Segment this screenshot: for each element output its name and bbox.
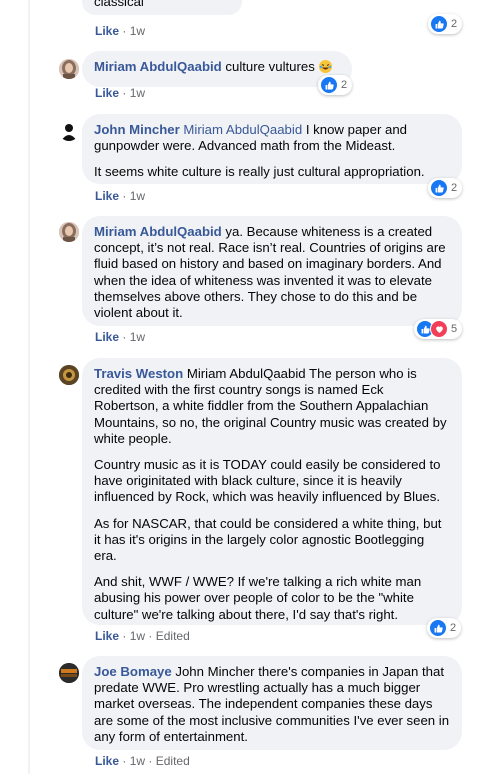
reaction-summary[interactable]: 2 <box>428 14 463 34</box>
thread-line <box>28 0 30 774</box>
comment-text: culture vultures <box>225 59 315 74</box>
like-reaction-icon <box>320 76 338 94</box>
like-link[interactable]: Like <box>95 86 119 100</box>
separator: · <box>122 330 127 344</box>
comment-author[interactable]: Joe Bomaye <box>94 664 172 679</box>
laughing-emoji-icon <box>318 60 332 73</box>
reaction-summary[interactable]: 5 <box>414 319 463 339</box>
reaction-summary[interactable]: 2 <box>428 178 463 198</box>
reaction-count: 2 <box>451 182 458 194</box>
comment-author[interactable]: Miriam AbdulQaabid <box>94 224 222 239</box>
comment-actions: Like · 1w · Edited <box>95 754 190 768</box>
comment-bubble: Joe Bomaye John Mincher there's companie… <box>82 656 462 750</box>
avatar[interactable] <box>59 59 79 79</box>
comment-text: As for NASCAR, that could be considered … <box>94 515 442 564</box>
separator: · <box>122 754 127 768</box>
comment-text: It seems white culture is really just cu… <box>94 164 425 180</box>
comment-bubble: Travis Weston Miriam AbdulQaabid The per… <box>82 358 462 625</box>
separator: · <box>122 629 127 643</box>
comment-bubble: John Mincher Miriam AbdulQaabid I know p… <box>82 114 462 184</box>
reaction-count: 2 <box>451 18 458 30</box>
comment-author[interactable]: Miriam AbdulQaabid <box>94 59 222 74</box>
comment-text: And shit, WWF / WWE? If we're talking a … <box>94 574 422 622</box>
comment-actions: Like · 1w <box>95 24 145 38</box>
avatar[interactable] <box>59 365 79 385</box>
timestamp[interactable]: 1w <box>130 86 145 100</box>
like-reaction-icon <box>430 179 448 197</box>
love-reaction-icon <box>430 320 448 338</box>
comment-bubble: classical <box>82 0 242 15</box>
like-link[interactable]: Like <box>95 24 119 38</box>
like-link[interactable]: Like <box>95 330 119 344</box>
avatar[interactable] <box>59 121 79 141</box>
comment-bubble: Miriam AbdulQaabid culture vultures <box>82 51 352 87</box>
comment-actions: Like · 1w · Edited <box>95 629 190 643</box>
comment-actions: Like · 1w <box>95 189 145 203</box>
timestamp[interactable]: 1w <box>130 189 145 203</box>
comment-author[interactable]: John Mincher <box>94 122 180 137</box>
comment-text: classical <box>94 0 144 9</box>
like-link[interactable]: Like <box>95 629 119 643</box>
timestamp[interactable]: 1w <box>130 754 145 768</box>
separator: · <box>122 24 127 38</box>
comment-actions: Like · 1w <box>95 330 145 344</box>
comment-author[interactable]: Travis Weston <box>94 366 183 381</box>
reaction-count: 5 <box>451 323 458 335</box>
avatar[interactable] <box>59 222 79 242</box>
separator: · <box>122 86 127 100</box>
timestamp[interactable]: 1w <box>130 330 145 344</box>
like-link[interactable]: Like <box>95 754 119 768</box>
like-link[interactable]: Like <box>95 189 119 203</box>
avatar[interactable] <box>59 663 79 683</box>
like-reaction-icon <box>429 619 447 637</box>
separator: · <box>148 754 153 768</box>
reaction-summary[interactable]: 2 <box>318 75 353 95</box>
separator: · <box>148 629 153 643</box>
reaction-count: 2 <box>341 79 348 91</box>
mention-link[interactable]: Miriam AbdulQaabid <box>183 122 302 137</box>
comment-text: Country music as it is TODAY could easil… <box>94 457 441 505</box>
edited-label[interactable]: Edited <box>156 629 190 643</box>
timestamp[interactable]: 1w <box>130 629 145 643</box>
separator: · <box>122 189 127 203</box>
like-reaction-icon <box>430 15 448 33</box>
comment-actions: Like · 1w <box>95 86 145 100</box>
comment-bubble: Miriam AbdulQaabid ya. Because whiteness… <box>82 216 462 326</box>
timestamp[interactable]: 1w <box>130 24 145 38</box>
reaction-summary[interactable]: 2 <box>427 618 462 638</box>
reaction-count: 2 <box>450 622 457 634</box>
edited-label[interactable]: Edited <box>156 754 190 768</box>
